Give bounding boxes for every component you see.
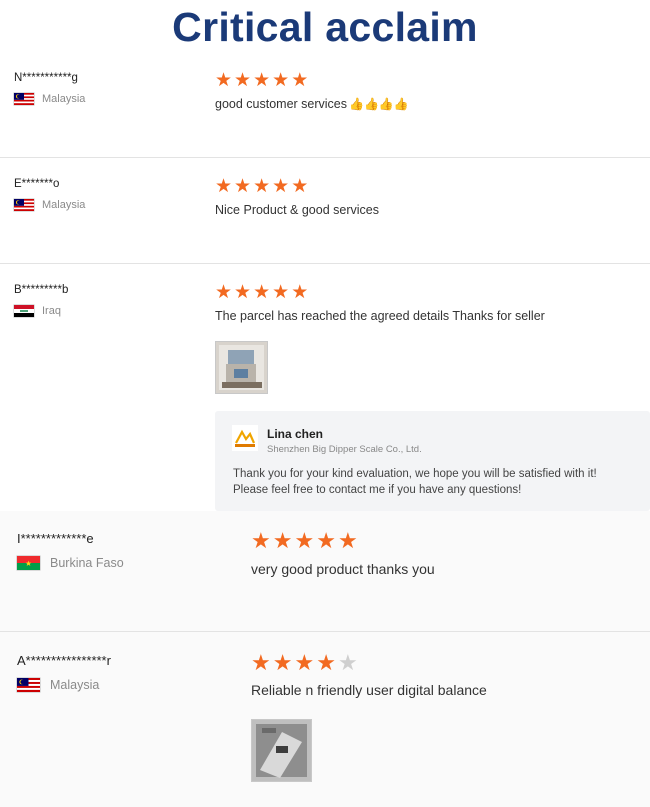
star-filled-icon: ★: [272, 70, 290, 91]
star-rating: ★ ★ ★ ★ ★: [251, 530, 360, 552]
star-filled-icon: ★: [234, 176, 252, 197]
star-rating: ★ ★ ★ ★ ★: [215, 283, 310, 302]
star-rating: ★ ★ ★ ★ ★: [215, 71, 310, 90]
review-text: Nice Product & good services: [215, 203, 379, 217]
review-text: The parcel has reached the agreed detail…: [215, 309, 545, 323]
star-filled-icon: ★: [291, 176, 309, 197]
reviewer-name: B*********b: [14, 284, 69, 296]
star-filled-icon: ★: [215, 282, 233, 303]
country-label: Malaysia: [42, 199, 86, 211]
review-text: good customer services 👍👍👍👍: [215, 97, 409, 111]
reviewer-country: Malaysia: [14, 199, 85, 211]
reviewer-name: A****************r: [17, 653, 111, 668]
seller-reply: Lina chen Shenzhen Big Dipper Scale Co.,…: [215, 411, 650, 511]
star-filled-icon: ★: [251, 528, 271, 553]
seller-company: Shenzhen Big Dipper Scale Co., Ltd.: [267, 444, 422, 455]
reviewer-country: Malaysia: [17, 678, 99, 692]
star-filled-icon: ★: [316, 528, 336, 553]
burkina-faso-flag-icon: [17, 556, 40, 570]
star-filled-icon: ★: [253, 282, 271, 303]
star-filled-icon: ★: [272, 282, 290, 303]
page-title: Critical acclaim: [172, 4, 478, 50]
review-text: very good product thanks you: [251, 561, 435, 577]
review-text-body: good customer services: [215, 97, 348, 111]
star-filled-icon: ★: [294, 528, 315, 553]
seller-name: Lina chen: [267, 427, 324, 441]
star-filled-icon: ★: [253, 70, 271, 91]
star-filled-icon: ★: [272, 528, 293, 553]
malaysia-flag-icon: [17, 678, 40, 692]
reviewer-name: E*******o: [14, 178, 60, 190]
malaysia-flag-icon: [14, 93, 34, 105]
star-rating: ★ ★ ★ ★ ★: [251, 652, 360, 674]
country-label: Burkina Faso: [50, 556, 124, 570]
star-filled-icon: ★: [215, 70, 233, 91]
country-label: Malaysia: [42, 93, 86, 105]
star-filled-icon: ★: [253, 176, 271, 197]
seller-reply-line2: Please feel free to contact me if you ha…: [233, 484, 522, 496]
thumbs-up-emoji: 👍👍👍👍: [349, 97, 409, 111]
star-filled-icon: ★: [272, 176, 290, 197]
reviewer-name: I*************e: [17, 531, 94, 546]
review-text: Reliable n friendly user digital balance: [251, 682, 487, 698]
country-label: Iraq: [42, 305, 61, 317]
star-filled-icon: ★: [316, 650, 336, 675]
star-filled-icon: ★: [272, 650, 293, 675]
reviewer-country: Malaysia: [14, 93, 85, 105]
star-filled-icon: ★: [337, 528, 358, 553]
divider: [0, 157, 650, 158]
divider: [0, 263, 650, 264]
iraq-flag-icon: [14, 305, 34, 317]
star-rating: ★ ★ ★ ★ ★: [215, 177, 310, 196]
review-photo-thumbnail[interactable]: [251, 719, 312, 782]
reviewer-country: Iraq: [14, 305, 61, 317]
reviewer-name: N***********g: [14, 72, 78, 84]
star-filled-icon: ★: [251, 650, 271, 675]
star-filled-icon: ★: [234, 282, 252, 303]
malaysia-flag-icon: [14, 199, 34, 211]
star-filled-icon: ★: [294, 650, 315, 675]
star-filled-icon: ★: [215, 176, 233, 197]
divider: [0, 631, 650, 632]
seller-reply-line1: Thank you for your kind evaluation, we h…: [233, 468, 597, 480]
review-photo-thumbnail[interactable]: [215, 341, 268, 394]
reviewer-country: Burkina Faso: [17, 556, 124, 570]
star-filled-icon: ★: [291, 282, 309, 303]
star-filled-icon: ★: [291, 70, 309, 91]
country-label: Malaysia: [50, 678, 100, 692]
company-logo-icon: [232, 425, 258, 451]
star-empty-icon: ★: [337, 650, 358, 675]
star-filled-icon: ★: [234, 70, 252, 91]
